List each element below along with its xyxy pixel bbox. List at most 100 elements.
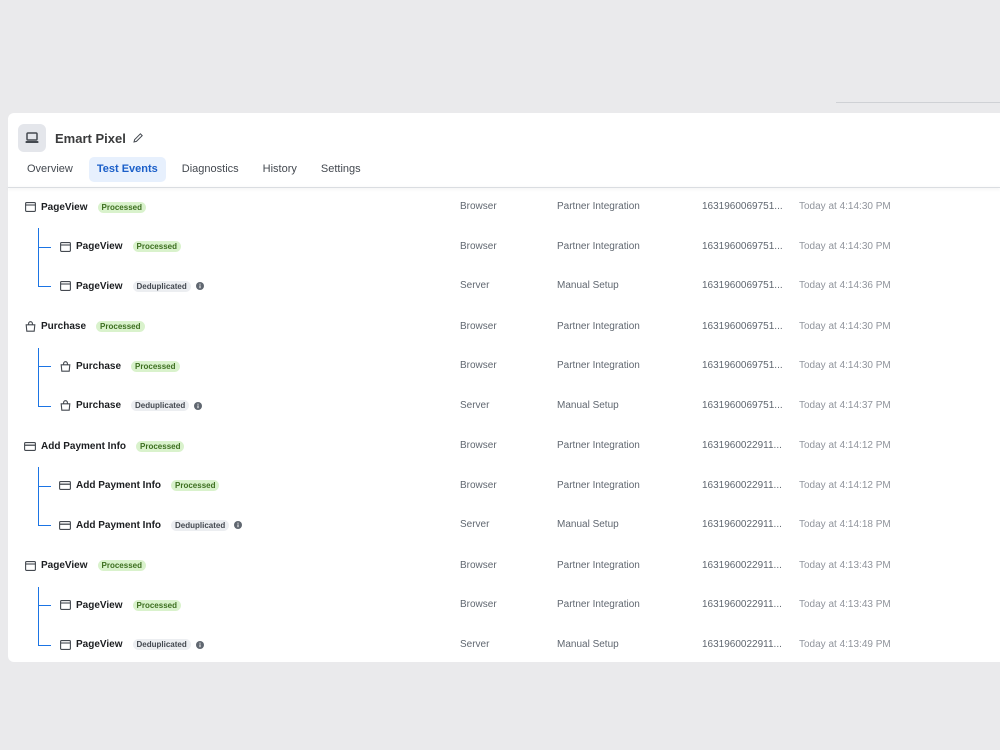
info-icon[interactable] <box>194 401 203 410</box>
event-id: 1631960069751... <box>702 320 783 332</box>
info-icon[interactable] <box>195 282 204 290</box>
browser-window-icon <box>24 560 36 572</box>
pencil-icon[interactable] <box>132 132 144 144</box>
child-event-row[interactable]: PageView Processed Browser Partner Integrat… <box>8 591 1000 619</box>
event-name: PageView <box>76 241 123 252</box>
tree-connector-horizontal <box>38 525 51 526</box>
browser-window-icon <box>59 241 71 253</box>
credit-card-icon <box>24 440 36 452</box>
event-row[interactable]: Purchase Processed Browser Partner Integrat… <box>8 313 1000 341</box>
event-id: 1631960022911... <box>702 519 782 530</box>
status-badge: Deduplicated <box>132 280 191 292</box>
event-timestamp: Today at 4:14:30 PM <box>799 360 891 371</box>
event-source: Browser <box>460 559 497 571</box>
event-id: 1631960022911... <box>702 440 782 451</box>
integration-method: Partner Integration <box>557 599 640 610</box>
tree-connector-horizontal <box>38 485 51 487</box>
event-id: 1631960022911... <box>702 638 782 650</box>
integration-method: Manual Setup <box>557 519 619 530</box>
event-id: 1631960069751... <box>702 280 783 291</box>
status-badge: Processed <box>131 360 180 372</box>
event-source: Browser <box>460 599 497 610</box>
event-name-cell: Purchase Processed <box>24 313 145 341</box>
event-name: Purchase <box>41 321 87 332</box>
event-name: Purchase <box>76 360 122 372</box>
event-row[interactable]: PageView Processed Browser Partner Integrat… <box>8 193 1000 221</box>
browser-window-icon <box>24 201 36 213</box>
event-timestamp: Today at 4:14:37 PM <box>799 399 891 411</box>
child-event-row[interactable]: PageView Deduplicated Server Manual Setup 16… <box>8 272 1000 300</box>
event-name-cell: PageView Processed <box>24 193 146 221</box>
pixel-header: Emart Pixel <box>18 123 144 153</box>
integration-method: Manual Setup <box>557 280 619 291</box>
tree-connector-horizontal <box>38 286 51 287</box>
integration-method: Partner Integration <box>557 320 640 332</box>
shopping-bag-icon <box>59 400 71 412</box>
event-id: 1631960022911... <box>702 599 782 610</box>
status-badge: Processed <box>171 480 220 491</box>
child-event-row[interactable]: Purchase Deduplicated Server Manual Setup 16… <box>8 392 1000 420</box>
event-name-cell: Purchase Processed <box>59 352 180 380</box>
status-badge: Processed <box>136 440 185 452</box>
shopping-bag-icon <box>59 360 71 372</box>
child-event-row[interactable]: Add Payment Info Processed Browser Partner … <box>8 472 1000 500</box>
event-timestamp: Today at 4:14:30 PM <box>799 320 891 332</box>
tree-connector-horizontal <box>38 644 51 646</box>
child-event-row[interactable]: PageView Processed Browser Partner Integrat… <box>8 233 1000 261</box>
credit-card-icon <box>59 519 71 531</box>
event-row[interactable]: Add Payment Info Processed Browser Partner … <box>8 432 1000 460</box>
tree-connector-vertical <box>38 347 39 406</box>
event-source: Browser <box>460 440 497 451</box>
event-timestamp: Today at 4:14:30 PM <box>799 240 891 252</box>
child-event-row[interactable]: Purchase Processed Browser Partner Integrat… <box>8 352 1000 380</box>
tree-connector-horizontal <box>38 366 51 367</box>
event-name: Add Payment Info <box>41 440 127 452</box>
event-timestamp: Today at 4:13:49 PM <box>799 638 891 650</box>
browser-window-icon <box>59 599 71 611</box>
event-timestamp: Today at 4:14:36 PM <box>799 280 891 291</box>
event-name-cell: Add Payment Info Deduplicated <box>59 511 243 539</box>
integration-method: Partner Integration <box>557 240 640 252</box>
info-icon[interactable] <box>234 521 243 529</box>
status-badge: Processed <box>96 321 145 332</box>
tree-connector-horizontal <box>38 605 51 606</box>
child-event-row[interactable]: PageView Deduplicated Server Manual Setup 16… <box>8 631 1000 659</box>
event-name-cell: Add Payment Info Processed <box>59 472 220 500</box>
tab-history[interactable]: History <box>255 157 305 182</box>
event-name: Purchase <box>76 400 122 411</box>
credit-card-icon <box>59 480 71 492</box>
event-source: Browser <box>460 201 497 212</box>
event-id: 1631960069751... <box>702 240 783 252</box>
pixel-title: Emart Pixel <box>55 130 126 146</box>
tab-diagnostics[interactable]: Diagnostics <box>174 157 247 182</box>
event-row[interactable]: PageView Processed Browser Partner Integrat… <box>8 552 1000 580</box>
event-name-cell: PageView Processed <box>24 552 146 580</box>
tab-test-events[interactable]: Test Events <box>88 157 166 182</box>
event-name-cell: PageView Processed <box>59 233 181 261</box>
info-icon[interactable] <box>195 640 204 649</box>
tab-settings[interactable]: Settings <box>313 157 369 182</box>
event-source: Browser <box>460 479 497 491</box>
event-source: Browser <box>460 240 497 252</box>
tab-overview[interactable]: Overview <box>19 157 81 182</box>
integration-method: Partner Integration <box>557 360 640 371</box>
child-event-row[interactable]: Add Payment Info Deduplicated Server Manual… <box>8 511 1000 539</box>
events-panel: Emart Pixel Overview Test Events Diagnos… <box>8 113 1000 662</box>
tree-connector-horizontal <box>38 246 51 248</box>
status-badge: Deduplicated <box>171 519 230 531</box>
event-name-cell: PageView Processed <box>59 591 181 619</box>
event-name-cell: Add Payment Info Processed <box>24 432 185 460</box>
integration-method: Manual Setup <box>557 399 619 411</box>
integration-method: Partner Integration <box>557 479 640 491</box>
status-badge: Deduplicated <box>132 639 191 650</box>
tree-connector-vertical <box>38 228 39 286</box>
integration-method: Partner Integration <box>557 440 640 451</box>
top-divider-line <box>836 102 1000 103</box>
tab-bar: Overview Test Events Diagnostics History… <box>19 157 377 182</box>
tree-connector-vertical <box>38 467 39 525</box>
event-timestamp: Today at 4:13:43 PM <box>799 559 891 571</box>
integration-method: Partner Integration <box>557 201 640 212</box>
event-timestamp: Today at 4:14:12 PM <box>799 479 891 491</box>
event-timestamp: Today at 4:14:30 PM <box>799 201 891 212</box>
event-name: PageView <box>41 560 88 571</box>
